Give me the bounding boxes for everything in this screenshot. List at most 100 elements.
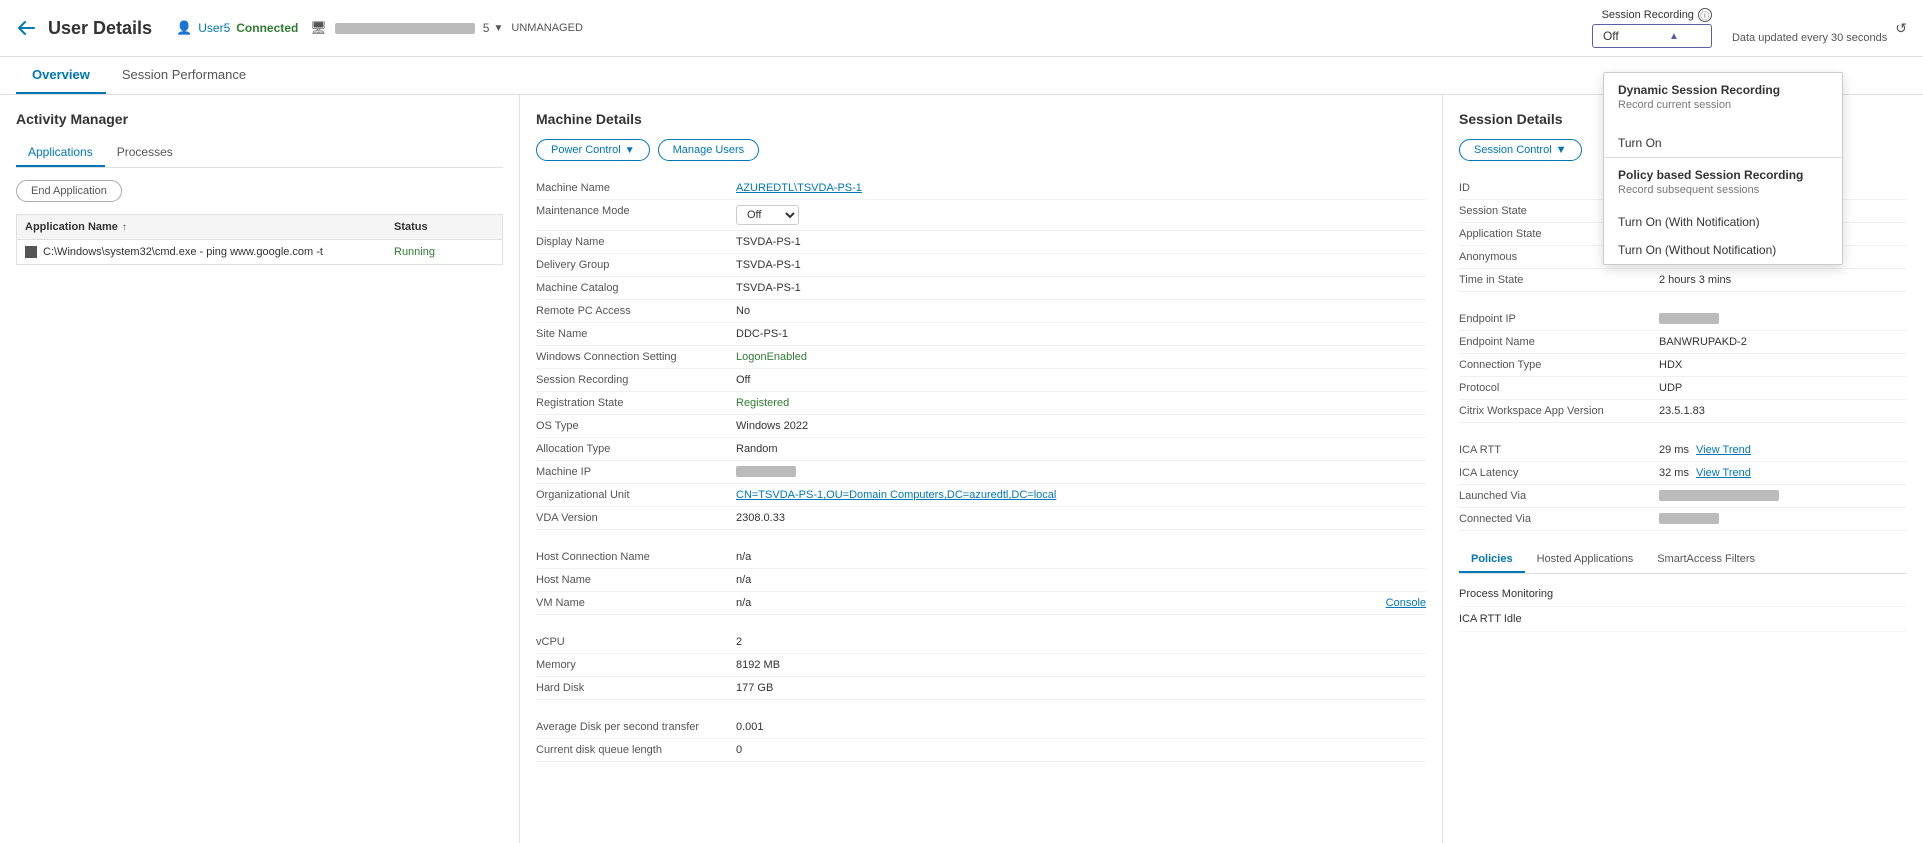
vcpu-value: 2 — [736, 636, 1426, 648]
vm-name-row: VM Name n/a Console — [536, 592, 1426, 615]
sub-tab-processes[interactable]: Processes — [105, 139, 185, 167]
session-recording-label-field: Session Recording — [536, 374, 736, 386]
os-type-label: OS Type — [536, 420, 736, 432]
maintenance-mode-label: Maintenance Mode — [536, 205, 736, 217]
time-in-state-value: 2 hours 3 mins — [1659, 274, 1907, 286]
protocol-row: Protocol UDP — [1459, 377, 1907, 400]
turn-on-without-notification-item[interactable]: Turn On (Without Notification) — [1604, 236, 1842, 264]
power-control-chevron: ▼ — [625, 145, 635, 156]
back-button[interactable] — [16, 18, 36, 38]
monitor-icon: 🖥 — [310, 20, 327, 36]
machine-details-title: Machine Details — [536, 111, 1426, 127]
connected-via-value — [1659, 513, 1719, 524]
vcpu-row: vCPU 2 — [536, 631, 1426, 654]
machine-ip-value — [736, 466, 796, 477]
avg-disk-row: Average Disk per second transfer 0.001 — [536, 716, 1426, 739]
endpoint-name-label: Endpoint Name — [1459, 336, 1659, 348]
site-name-value: DDC-PS-1 — [736, 328, 1426, 340]
ica-rtt-label: ICA RTT — [1459, 444, 1659, 456]
session-recording-container: Session Recording ⓘ Off ▲ — [1592, 8, 1712, 48]
vm-name-value: n/a — [736, 597, 1378, 609]
policy-recording-title: Policy based Session Recording — [1618, 168, 1828, 182]
machine-name-value[interactable]: AZUREDTL\TSVDA-PS-1 — [736, 182, 1426, 194]
site-name-row: Site Name DDC-PS-1 — [536, 323, 1426, 346]
registration-state-row: Registration State Registered — [536, 392, 1426, 415]
session-recording-field-value: Off — [736, 374, 1426, 386]
windows-connection-row: Windows Connection Setting LogonEnabled — [536, 346, 1426, 369]
display-name-row: Display Name TSVDA-PS-1 — [536, 231, 1426, 254]
vda-version-row: VDA Version 2308.0.33 — [536, 507, 1426, 530]
windows-connection-label: Windows Connection Setting — [536, 351, 736, 363]
machine-catalog-row: Machine Catalog TSVDA-PS-1 — [536, 277, 1426, 300]
end-application-button[interactable]: End Application — [16, 180, 122, 202]
remote-pc-row: Remote PC Access No — [536, 300, 1426, 323]
session-id-indicator: 5 — [483, 21, 490, 35]
display-name-label: Display Name — [536, 236, 736, 248]
tab-overview[interactable]: Overview — [16, 57, 106, 94]
activity-sub-tabs: Applications Processes — [16, 139, 503, 168]
session-recording-info-icon[interactable]: ⓘ — [1698, 8, 1712, 22]
host-conn-row: Host Connection Name n/a — [536, 546, 1426, 569]
user-icon: 👤 — [176, 20, 192, 36]
dropdown-chevron[interactable]: ▼ — [493, 23, 503, 34]
ica-latency-view-trend[interactable]: View Trend — [1696, 467, 1751, 479]
maintenance-mode-select[interactable]: Off On — [736, 205, 799, 225]
ica-rtt-view-trend[interactable]: View Trend — [1696, 444, 1751, 456]
power-control-button[interactable]: Power Control ▼ — [536, 139, 650, 161]
host-name-value: n/a — [736, 574, 1426, 586]
policy-item-ica-rtt-idle: ICA RTT Idle — [1459, 607, 1907, 632]
refresh-icon[interactable]: ↺ — [1895, 20, 1907, 37]
maintenance-mode-row: Maintenance Mode Off On — [536, 200, 1426, 231]
activity-manager-title: Activity Manager — [16, 111, 503, 127]
connected-via-row: Connected Via — [1459, 508, 1907, 531]
session-recording-label: Session Recording ⓘ — [1602, 8, 1712, 22]
registration-state-value: Registered — [736, 397, 1426, 409]
session-sub-tabs: Policies Hosted Applications SmartAccess… — [1459, 547, 1907, 574]
app-table-header: Application Name ↑ Status — [16, 214, 503, 240]
session-recording-row: Session Recording Off — [536, 369, 1426, 392]
allocation-type-row: Allocation Type Random — [536, 438, 1426, 461]
session-blurred — [335, 23, 475, 34]
session-recording-dropdown[interactable]: Off ▲ — [1592, 24, 1712, 48]
hard-disk-value: 177 GB — [736, 682, 1426, 694]
status-cell: Running — [394, 246, 494, 258]
org-unit-value[interactable]: CN=TSVDA-PS-1,OU=Domain Computers,DC=azu… — [736, 489, 1426, 501]
manage-users-button[interactable]: Manage Users — [658, 139, 760, 161]
console-link[interactable]: Console — [1386, 597, 1426, 609]
session-control-button[interactable]: Session Control ▼ — [1459, 139, 1582, 161]
ica-latency-value: 32 ms View Trend — [1659, 467, 1907, 479]
turn-on-item[interactable]: Turn On — [1604, 129, 1842, 157]
host-section: Host Connection Name n/a Host Name n/a V… — [536, 546, 1426, 615]
hard-disk-label: Hard Disk — [536, 682, 736, 694]
dynamic-recording-title: Dynamic Session Recording — [1618, 83, 1828, 97]
session-tab-smartaccess[interactable]: SmartAccess Filters — [1645, 547, 1767, 573]
session-tab-policies[interactable]: Policies — [1459, 547, 1525, 573]
avg-disk-value: 0.001 — [736, 721, 1426, 733]
connection-type-value: HDX — [1659, 359, 1907, 371]
tab-session-performance[interactable]: Session Performance — [106, 57, 262, 94]
turn-on-with-notification-item[interactable]: Turn On (With Notification) — [1604, 208, 1842, 236]
delivery-group-value: TSVDA-PS-1 — [736, 259, 1426, 271]
memory-row: Memory 8192 MB — [536, 654, 1426, 677]
endpoint-name-row: Endpoint Name BANWRUPAKD-2 — [1459, 331, 1907, 354]
session-recording-dropdown-popup: Dynamic Session Recording Record current… — [1603, 72, 1843, 265]
endpoint-ip-label: Endpoint IP — [1459, 313, 1659, 325]
session-tab-hosted-apps[interactable]: Hosted Applications — [1525, 547, 1646, 573]
policy-item-process-monitoring: Process Monitoring — [1459, 582, 1907, 607]
managed-badge: UNMANAGED — [511, 22, 583, 34]
vcpu-label: vCPU — [536, 636, 736, 648]
sub-tab-applications[interactable]: Applications — [16, 139, 105, 167]
registration-state-label: Registration State — [536, 397, 736, 409]
protocol-value: UDP — [1659, 382, 1907, 394]
connection-type-row: Connection Type HDX — [1459, 354, 1907, 377]
allocation-type-label: Allocation Type — [536, 443, 736, 455]
disk-queue-value: 0 — [736, 744, 1426, 756]
page-title: User Details — [48, 18, 152, 39]
ica-rtt-row: ICA RTT 29 ms View Trend — [1459, 439, 1907, 462]
dropdown-chevron-icon: ▲ — [1669, 31, 1679, 42]
header-right: Session Recording ⓘ Off ▲ Data updated e… — [1592, 8, 1907, 48]
vda-version-label: VDA Version — [536, 512, 736, 524]
vda-version-value: 2308.0.33 — [736, 512, 1426, 524]
machine-actions: Power Control ▼ Manage Users — [536, 139, 1426, 161]
sort-icon[interactable]: ↑ — [122, 222, 127, 233]
